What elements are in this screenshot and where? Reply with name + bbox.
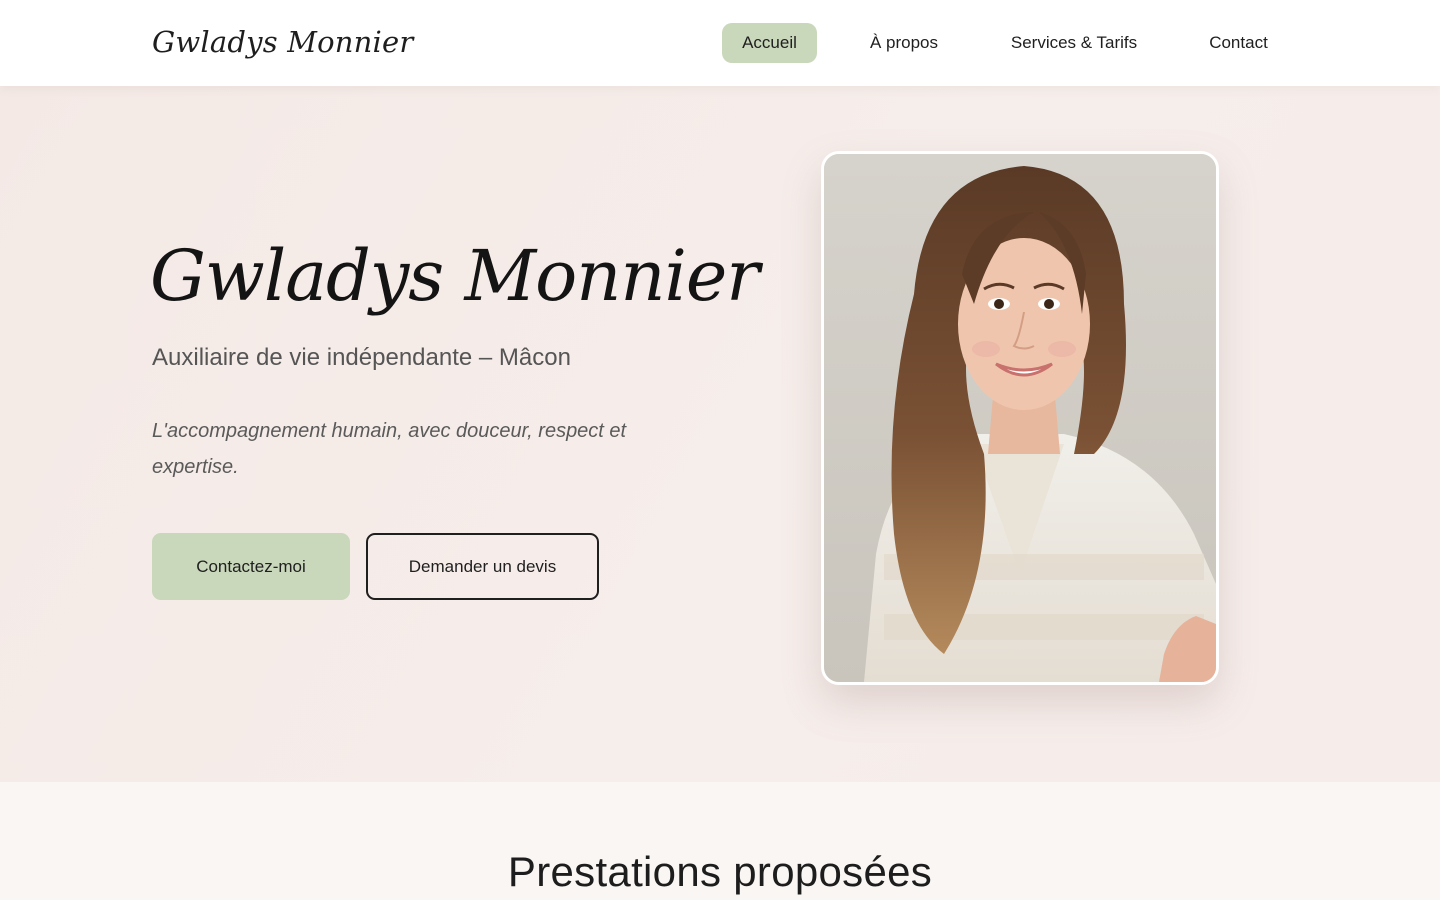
main-nav: Accueil À propos Services & Tarifs Conta… [0, 23, 1440, 63]
nav-link-contact[interactable]: Contact [1191, 23, 1286, 63]
hero-title: Gwladys Monnier [150, 235, 760, 317]
services-section: Prestations proposées [0, 782, 1440, 900]
hero-tagline: L'accompagnement humain, avec douceur, r… [152, 420, 627, 478]
top-navbar: Gwladys Monnier Accueil À propos Service… [0, 0, 1440, 86]
nav-link-a-propos[interactable]: À propos [851, 23, 957, 63]
nav-link-accueil[interactable]: Accueil [722, 23, 817, 63]
hero-subtitle: Auxiliaire de vie indépendante – Mâcon [152, 344, 571, 371]
contact-button[interactable]: Contactez-moi [152, 533, 350, 600]
quote-request-button[interactable]: Demander un devis [366, 533, 599, 600]
portrait-photo [821, 151, 1219, 685]
services-title: Prestations proposées [507, 848, 933, 895]
portrait-image [824, 154, 1216, 682]
hero-section: Gwladys Monnier Auxiliaire de vie indépe… [0, 86, 1440, 782]
nav-link-services-tarifs[interactable]: Services & Tarifs [993, 23, 1155, 63]
